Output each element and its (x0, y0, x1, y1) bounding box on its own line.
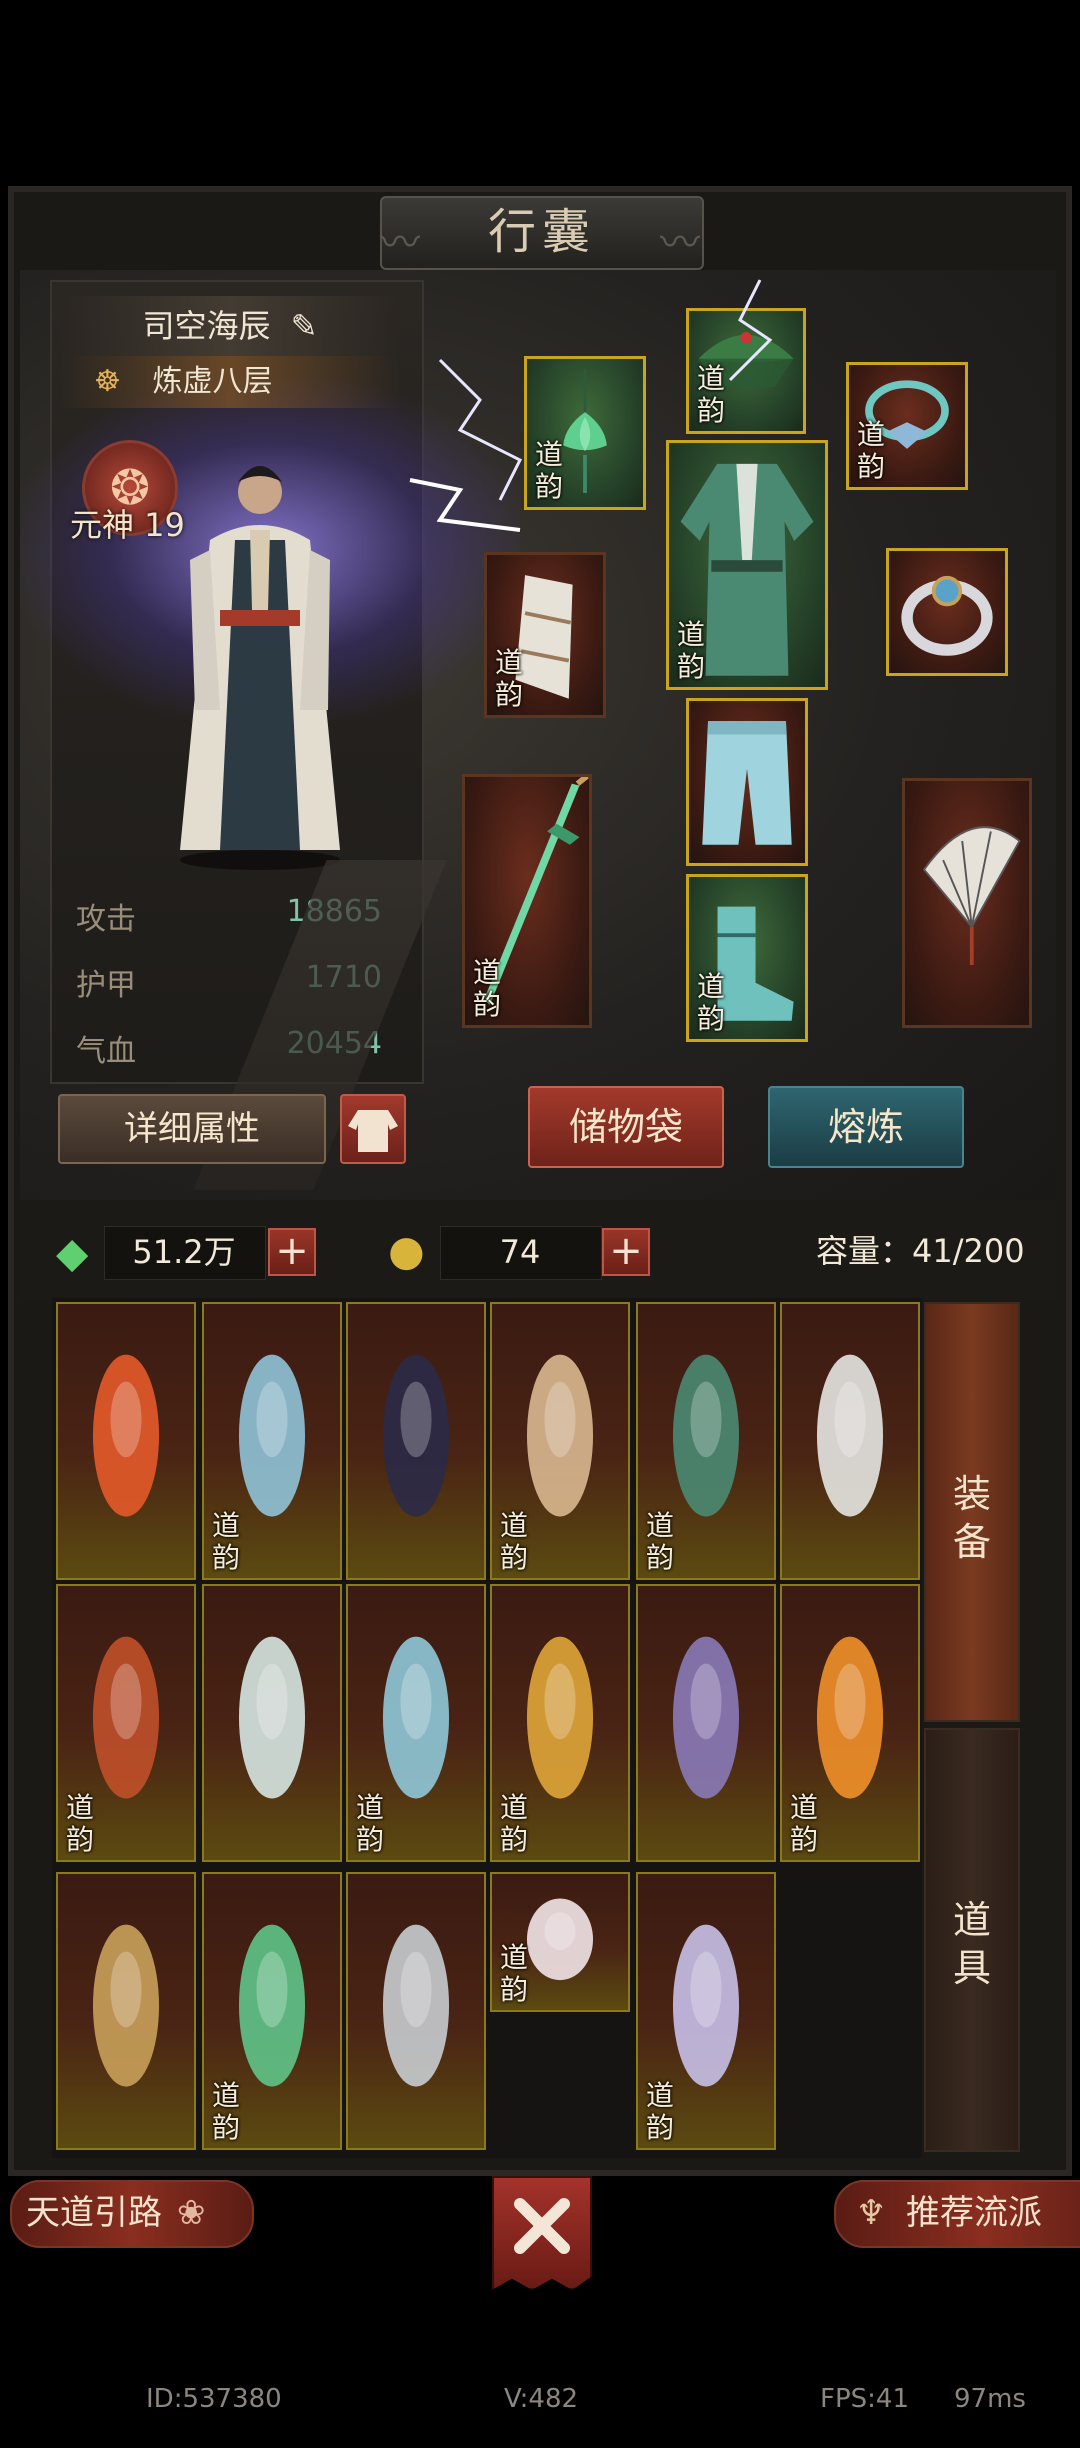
recommended-school-label: 推荐流派 (906, 2193, 1042, 2233)
tab-equipment-label: 装备 (952, 1472, 991, 1564)
add-spirit-stone-button[interactable]: + (268, 1228, 316, 1276)
smelt-button[interactable]: 熔炼 (768, 1086, 964, 1168)
bag-slot[interactable] (636, 1584, 776, 1862)
version-label: V:482 (504, 2384, 579, 2414)
bag-slot[interactable] (56, 1302, 196, 1580)
realm-plate: ☸ 炼虚八层 (60, 356, 400, 408)
bag-slot[interactable] (202, 1584, 342, 1862)
bag-slot[interactable]: 道韵 (636, 1872, 776, 2150)
bag-slot[interactable]: 道韵 (490, 1302, 630, 1580)
bag-slot[interactable]: 道韵 (202, 1872, 342, 2150)
stat-attack-label: 攻击 (76, 902, 136, 937)
add-essence-button[interactable]: + (602, 1228, 650, 1276)
bag-slot[interactable]: 道韵 (490, 1872, 630, 2012)
realm-icon: ☸ (94, 364, 121, 399)
ring-slot[interactable] (886, 548, 1008, 676)
dao-tag: 道韵 (473, 956, 502, 1021)
character-name: 司空海辰 (142, 307, 271, 345)
dao-tag: 道韵 (790, 1791, 819, 1856)
realm-text: 炼虚八层 (152, 364, 273, 399)
dao-tag: 道韵 (212, 1509, 241, 1574)
outfit-button[interactable] (340, 1094, 406, 1164)
player-id: ID:537380 (146, 2384, 282, 2414)
latency-label: 97ms (954, 2384, 1026, 2414)
outfit-icon (348, 1110, 398, 1152)
essence-icon: ● (388, 1226, 425, 1275)
pants-slot[interactable] (686, 698, 808, 866)
storage-bag-button[interactable]: 储物袋 (528, 1086, 724, 1168)
dao-tag: 道韵 (495, 646, 524, 711)
close-icon (514, 2198, 570, 2254)
tab-items[interactable]: 道具 (924, 1728, 1020, 2152)
bag-slot[interactable]: 道韵 (346, 1584, 486, 1862)
bag-slot[interactable]: 道韵 (202, 1302, 342, 1580)
bag-slot[interactable]: 道韵 (490, 1584, 630, 1862)
capacity-label: 容量：41/200 (816, 1232, 1025, 1270)
heaven-guide-label: 天道引路 (26, 2193, 162, 2233)
dao-tag: 道韵 (212, 2079, 241, 2144)
spirit-stone-icon: ◆ (56, 1228, 89, 1277)
lightning-effect (409, 279, 773, 532)
bag-slot[interactable]: 道韵 (636, 1302, 776, 1580)
stat-hp-label: 气血 (76, 1034, 136, 1069)
bag-slot[interactable] (780, 1302, 920, 1580)
dao-tag: 道韵 (677, 618, 706, 683)
paper-fan-icon (922, 826, 1021, 965)
tab-equipment[interactable]: 装备 (924, 1302, 1020, 1722)
spirit-stone-value: 51.2万 (132, 1233, 236, 1271)
white-bracer-icon (238, 1636, 306, 1799)
heaven-guide-button[interactable]: 天道引路 ❀ (10, 2180, 254, 2248)
edit-name-icon[interactable]: ✎ (291, 307, 318, 345)
essence-value: 74 (499, 1233, 541, 1271)
dao-tag: 道韵 (356, 1791, 385, 1856)
bag-slot[interactable] (56, 1872, 196, 2150)
dao-tag: 道韵 (500, 1791, 529, 1856)
trident-icon: ♆ (856, 2193, 887, 2233)
character-avatar (180, 466, 340, 870)
tab-items-label: 道具 (952, 1898, 991, 1990)
fan-slot[interactable] (902, 778, 1032, 1028)
lantern-pendant-icon (92, 1924, 160, 2087)
dao-tag: 道韵 (646, 1509, 675, 1574)
character-name-plate: 司空海辰 ✎ (60, 296, 400, 356)
silver-pendant-icon (382, 1924, 450, 2087)
flame-sword-icon (92, 1354, 160, 1517)
blue-pants-icon (702, 721, 792, 845)
dao-tag: 道韵 (697, 970, 726, 1035)
close-button[interactable] (492, 2176, 592, 2290)
lotus-icon: ❀ (176, 2193, 206, 2233)
dao-tag: 道韵 (500, 1509, 529, 1574)
page-title: 行囊 (380, 196, 704, 270)
silver-ring-icon (901, 575, 993, 656)
bag-slot[interactable] (346, 1302, 486, 1580)
recommended-school-button[interactable]: ♆ 推荐流派 (834, 2180, 1080, 2248)
dao-tag: 道韵 (646, 2079, 675, 2144)
weapon-slot[interactable]: 道韵 (462, 774, 592, 1028)
bag-slot[interactable] (346, 1872, 486, 2150)
title-text: 行囊 (487, 204, 596, 260)
bag-slot[interactable]: 道韵 (56, 1584, 196, 1862)
dragon-hairpin-icon (672, 1636, 740, 1799)
dao-tag: 道韵 (857, 418, 886, 483)
necklace-slot[interactable]: 道韵 (846, 362, 968, 490)
white-robe-icon (816, 1354, 884, 1517)
boots-slot[interactable]: 道韵 (686, 874, 808, 1042)
dao-tag: 道韵 (66, 1791, 95, 1856)
stat-armor-label: 护甲 (76, 968, 136, 1003)
bag-slot[interactable]: 道韵 (780, 1584, 920, 1862)
detail-attributes-button[interactable]: 详细属性 (58, 1094, 326, 1164)
fps-label: FPS:41 (820, 2384, 909, 2414)
brush-icon (382, 1354, 450, 1517)
dao-tag: 道韵 (500, 1941, 529, 2006)
